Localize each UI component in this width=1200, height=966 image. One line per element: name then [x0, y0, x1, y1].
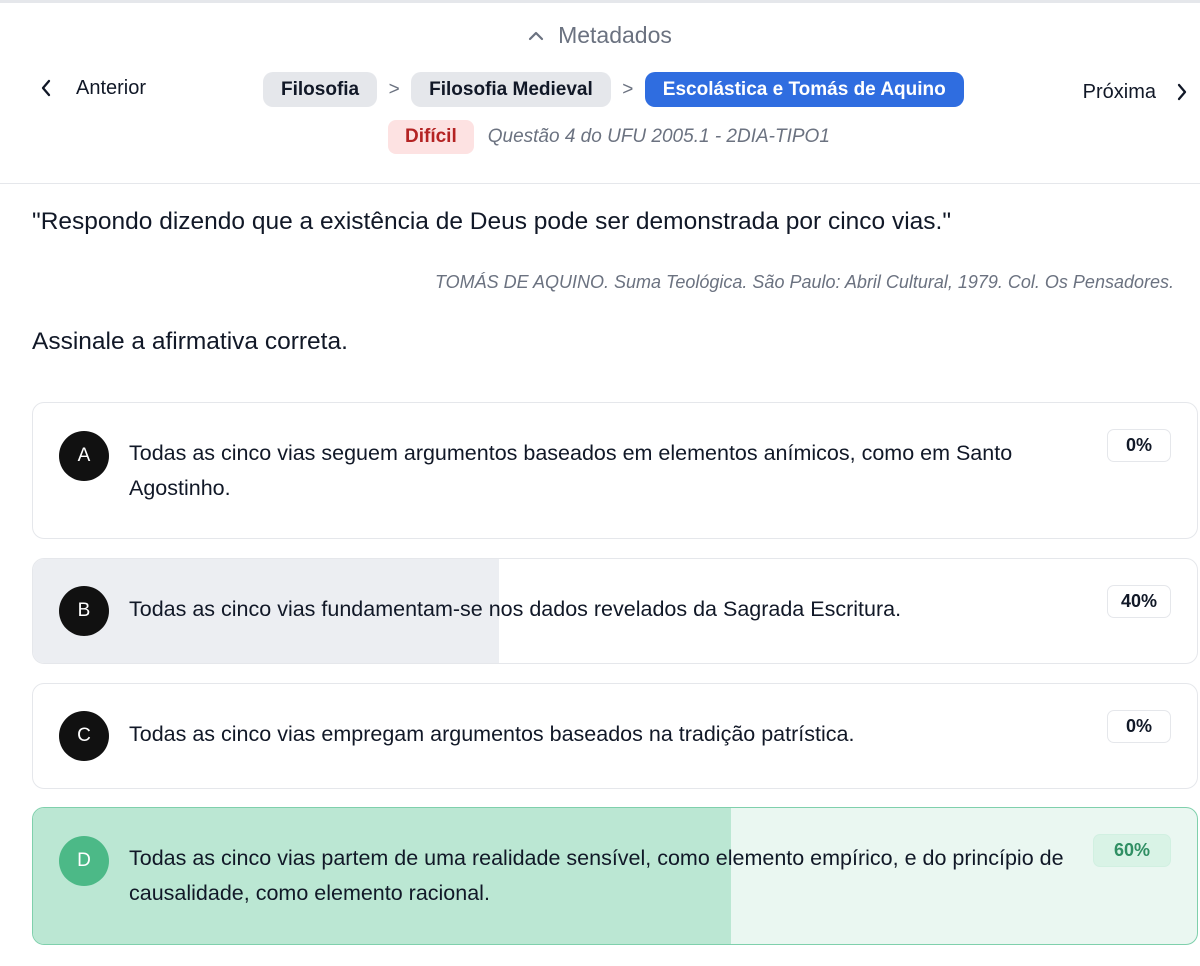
quote-citation: TOMÁS DE AQUINO. Suma Teológica. São Pau… [434, 272, 1174, 292]
option-text: Todas as cinco vias seguem argumentos ba… [129, 441, 1013, 500]
vote-percentage: 0% [1107, 710, 1171, 743]
answer-option-d[interactable]: D Todas as cinco vias partem de uma real… [32, 807, 1198, 945]
option-letter: D [59, 836, 109, 886]
next-question-button[interactable]: Próxima [1083, 76, 1188, 108]
option-text: Todas as cinco vias partem de uma realid… [129, 846, 1064, 905]
previous-label: Anterior [76, 76, 147, 99]
answer-option-a[interactable]: A Todas as cinco vias seguem argumentos … [32, 402, 1198, 539]
vote-percentage: 0% [1107, 429, 1171, 462]
vote-percentage: 60% [1093, 834, 1171, 867]
header-divider [0, 183, 1200, 184]
breadcrumb-separator: > [388, 78, 400, 100]
question-quote: "Respondo dizendo que a existência de De… [32, 208, 952, 235]
vote-percentage: 40% [1107, 585, 1171, 618]
chevron-right-icon [1176, 83, 1188, 101]
option-letter: C [59, 711, 109, 761]
top-border [0, 0, 1200, 3]
breadcrumb-separator: > [622, 78, 634, 100]
question-prompt: Assinale a afirmativa correta. [32, 328, 348, 355]
chevron-up-icon [528, 31, 544, 41]
chevron-left-icon [40, 79, 52, 97]
answer-option-c[interactable]: C Todas as cinco vias empregam argumento… [32, 683, 1198, 789]
option-text: Todas as cinco vias empregam argumentos … [129, 722, 855, 746]
difficulty-badge: Difícil [388, 120, 474, 154]
breadcrumb-topic[interactable]: Filosofia Medieval [411, 72, 611, 107]
question-meta: Difícil Questão 4 do UFU 2005.1 - 2DIA-T… [388, 120, 830, 154]
metadata-toggle-label: Metadados [558, 22, 672, 48]
option-text: Todas as cinco vias fundamentam-se nos d… [129, 597, 902, 621]
metadata-toggle[interactable]: Metadados [0, 22, 1200, 49]
previous-question-button[interactable]: Anterior [40, 72, 146, 104]
option-letter: B [59, 586, 109, 636]
next-label: Próxima [1082, 80, 1156, 103]
question-source: Questão 4 do UFU 2005.1 - 2DIA-TIPO1 [487, 126, 830, 147]
option-letter: A [59, 431, 109, 481]
breadcrumb: Filosofia > Filosofia Medieval > Escolás… [263, 72, 964, 107]
answer-option-b[interactable]: B Todas as cinco vias fundamentam-se nos… [32, 558, 1198, 664]
breadcrumb-subtopic[interactable]: Escolástica e Tomás de Aquino [644, 72, 964, 107]
breadcrumb-subject[interactable]: Filosofia [263, 72, 378, 107]
